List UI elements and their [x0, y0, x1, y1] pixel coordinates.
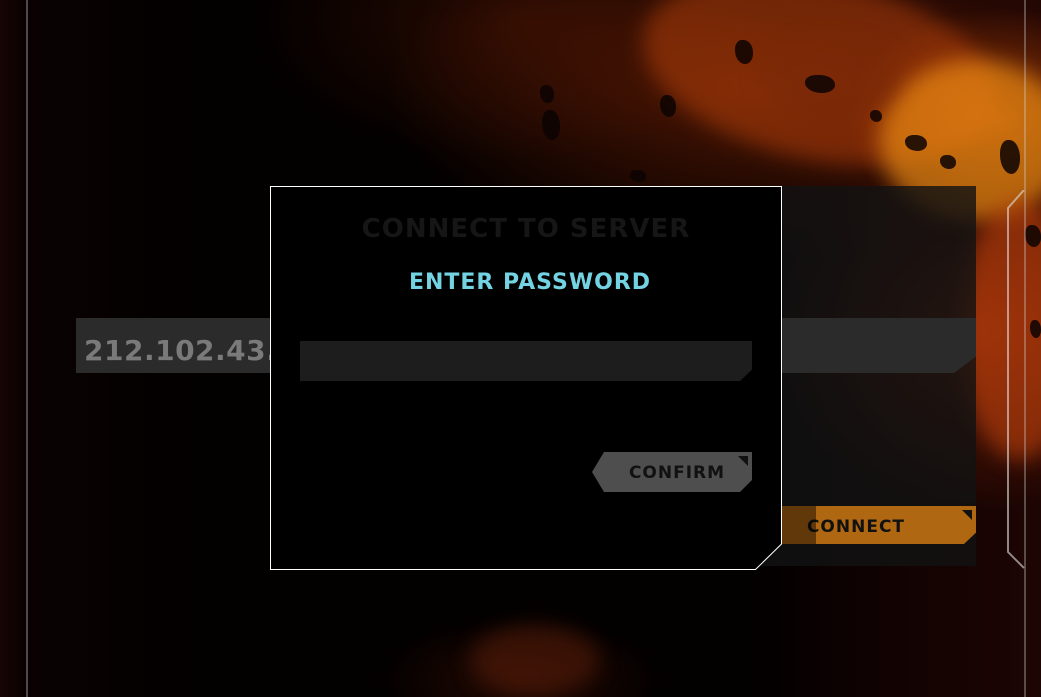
password-input[interactable]: [300, 341, 752, 381]
dialog-underlay-title: CONNECT TO SERVER: [361, 214, 691, 244]
rock-debris: [735, 40, 753, 64]
rock-debris: [870, 110, 882, 122]
confirm-button-label: CONFIRM: [628, 463, 726, 483]
confirm-button[interactable]: CONFIRM: [592, 452, 752, 492]
rock-debris: [660, 95, 676, 117]
rock-debris: [1000, 140, 1020, 174]
rock-debris: [905, 135, 927, 151]
lava-glow: [470, 625, 600, 695]
rock-debris: [542, 110, 560, 140]
corner-triangle-icon: [962, 510, 972, 520]
frame-bracket: [1007, 190, 1025, 569]
corner-triangle-icon: [738, 456, 748, 466]
dialog-title: ENTER PASSWORD: [408, 270, 652, 295]
password-dialog: CONNECT TO SERVER ENTER PASSWORD CONFIRM: [270, 186, 782, 570]
rock-debris: [940, 155, 956, 169]
rock-debris: [540, 85, 554, 103]
rock-debris: [1030, 320, 1041, 338]
rock-debris: [1025, 225, 1041, 247]
frame-edge-left: [26, 0, 28, 697]
connect-button-label: CONNECT: [806, 517, 906, 537]
rock-debris: [630, 170, 646, 182]
